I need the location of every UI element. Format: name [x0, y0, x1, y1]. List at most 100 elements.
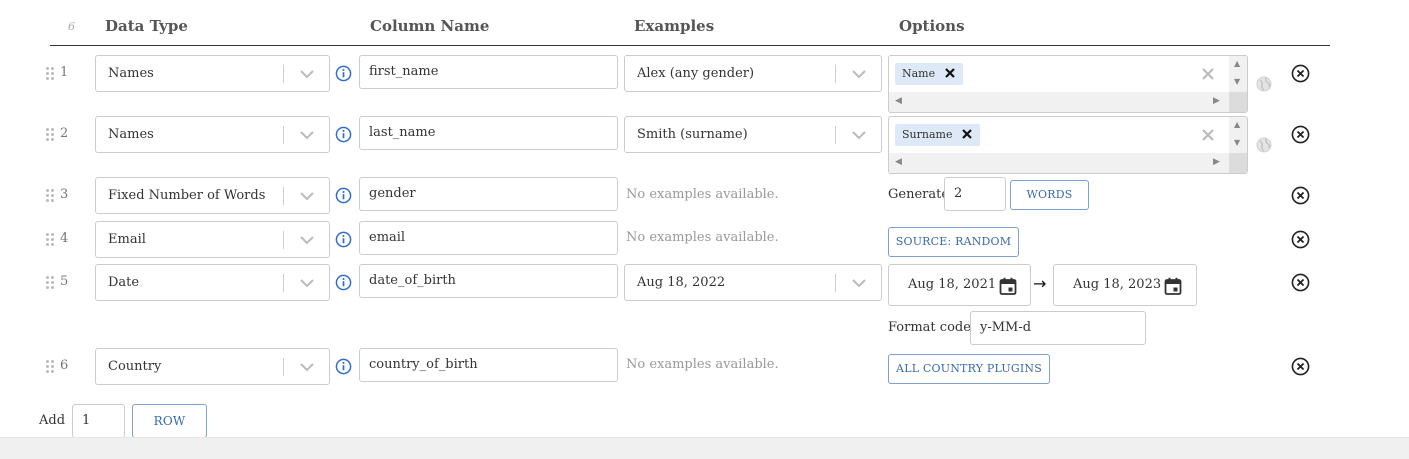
vertical-scrollbar[interactable]: ▲ ▼: [1229, 56, 1247, 92]
row-number: 4: [60, 231, 69, 246]
column-name-input[interactable]: first_name: [359, 55, 618, 89]
row-count: 6: [68, 20, 75, 33]
calendar-icon[interactable]: [999, 277, 1017, 295]
column-name-value: first_name: [369, 64, 439, 79]
column-name-input[interactable]: email: [359, 221, 618, 255]
row-number: 1: [60, 65, 69, 80]
chevron-down-icon[interactable]: [299, 127, 315, 143]
example-select[interactable]: Smith (surname): [624, 116, 882, 153]
info-icon[interactable]: [335, 126, 352, 143]
generate-label: Generate: [888, 187, 950, 202]
data-type-select[interactable]: Names: [95, 116, 330, 153]
column-name-input[interactable]: gender: [359, 177, 618, 211]
row-number: 5: [60, 274, 69, 289]
tag-remove-icon[interactable]: [944, 67, 956, 79]
chevron-down-icon[interactable]: [299, 232, 315, 248]
data-type-value: Names: [108, 66, 154, 81]
no-examples-text: No examples available.: [626, 357, 779, 372]
data-type-select[interactable]: Email: [95, 221, 330, 258]
date-to-picker[interactable]: Aug 18, 2023: [1053, 264, 1197, 306]
drag-handle-icon[interactable]: [46, 360, 54, 374]
drag-handle-icon[interactable]: [46, 128, 54, 142]
example-select[interactable]: Aug 18, 2022: [624, 264, 882, 301]
range-arrow: →: [1033, 274, 1047, 293]
column-name-input[interactable]: country_of_birth: [359, 348, 618, 382]
tag-remove-icon[interactable]: [961, 128, 973, 140]
drag-handle-icon[interactable]: [46, 189, 54, 203]
example-select[interactable]: Alex (any gender): [624, 55, 882, 92]
delete-row-icon[interactable]: [1291, 357, 1310, 376]
option-tag: Name: [895, 63, 964, 85]
delete-row-icon[interactable]: [1291, 230, 1310, 249]
format-code-input[interactable]: y-MM-d: [970, 311, 1146, 345]
row-number: 6: [60, 358, 69, 373]
date-from-value: Aug 18, 2021: [908, 277, 997, 292]
clear-icon[interactable]: [1201, 128, 1215, 142]
data-type-value: Fixed Number of Words: [108, 188, 266, 203]
data-type-select[interactable]: Country: [95, 348, 330, 385]
data-type-select[interactable]: Date: [95, 264, 330, 301]
info-icon[interactable]: [335, 358, 352, 375]
chevron-down-icon[interactable]: [851, 66, 867, 82]
data-type-select[interactable]: Names: [95, 55, 330, 92]
options-multiselect[interactable]: Name ▲ ▼ ◀ ▶: [888, 55, 1248, 113]
example-value: Alex (any gender): [637, 66, 755, 81]
data-type-value: Names: [108, 127, 154, 142]
data-type-select[interactable]: Fixed Number of Words: [95, 177, 330, 214]
option-tag-label: Name: [902, 67, 936, 80]
source-random-button[interactable]: SOURCE: RANDOM: [888, 227, 1019, 257]
word-count-value: 2: [954, 186, 963, 201]
delete-row-icon[interactable]: [1291, 273, 1310, 292]
data-type-value: Date: [108, 275, 140, 290]
data-type-value: Email: [108, 232, 146, 247]
delete-row-icon[interactable]: [1291, 186, 1310, 205]
no-examples-text: No examples available.: [626, 187, 779, 202]
words-button[interactable]: WORDS: [1010, 180, 1089, 210]
drag-handle-icon[interactable]: [46, 233, 54, 247]
format-code-label: Format code:: [888, 320, 976, 335]
date-from-picker[interactable]: Aug 18, 2021: [888, 264, 1031, 306]
data-type-value: Country: [108, 359, 162, 374]
chevron-down-icon[interactable]: [299, 66, 315, 82]
horizontal-scrollbar[interactable]: ◀ ▶: [889, 153, 1229, 173]
delete-row-icon[interactable]: [1291, 64, 1310, 83]
word-count-input[interactable]: 2: [944, 177, 1006, 211]
column-name-input[interactable]: last_name: [359, 116, 618, 150]
calendar-icon[interactable]: [1164, 277, 1182, 295]
drag-handle-icon[interactable]: [46, 67, 54, 81]
delete-row-icon[interactable]: [1291, 125, 1310, 144]
add-label: Add: [39, 413, 66, 428]
clear-icon[interactable]: [1201, 67, 1215, 81]
bottom-panel: [0, 437, 1409, 459]
chevron-down-icon[interactable]: [851, 127, 867, 143]
info-icon[interactable]: [335, 231, 352, 248]
option-tag-label: Surname: [902, 128, 953, 141]
chevron-down-icon[interactable]: [299, 275, 315, 291]
header-examples: Examples: [634, 17, 715, 35]
add-row-button[interactable]: ROW: [132, 404, 207, 438]
info-icon[interactable]: [335, 274, 352, 291]
drag-handle-icon[interactable]: [46, 276, 54, 290]
date-to-value: Aug 18, 2023: [1073, 277, 1162, 292]
options-multiselect[interactable]: Surname ▲ ▼ ◀ ▶: [888, 116, 1248, 174]
info-icon[interactable]: [335, 187, 352, 204]
add-row-count-input[interactable]: 1: [72, 404, 125, 438]
chevron-down-icon[interactable]: [851, 275, 867, 291]
column-name-value: last_name: [369, 125, 436, 140]
column-name-value: gender: [369, 186, 416, 201]
chevron-down-icon[interactable]: [299, 359, 315, 375]
globe-icon[interactable]: [1256, 76, 1272, 92]
chevron-down-icon[interactable]: [299, 188, 315, 204]
column-name-value: country_of_birth: [369, 357, 478, 372]
globe-icon[interactable]: [1256, 137, 1272, 153]
header-options: Options: [899, 17, 965, 35]
format-code-value: y-MM-d: [980, 320, 1032, 335]
example-value: Smith (surname): [637, 127, 748, 142]
header-divider: [50, 45, 1330, 46]
column-name-input[interactable]: date_of_birth: [359, 264, 618, 298]
info-icon[interactable]: [335, 65, 352, 82]
vertical-scrollbar[interactable]: ▲ ▼: [1229, 117, 1247, 153]
option-tag: Surname: [895, 124, 981, 146]
horizontal-scrollbar[interactable]: ◀ ▶: [889, 92, 1229, 112]
all-country-plugins-button[interactable]: ALL COUNTRY PLUGINS: [888, 354, 1050, 384]
